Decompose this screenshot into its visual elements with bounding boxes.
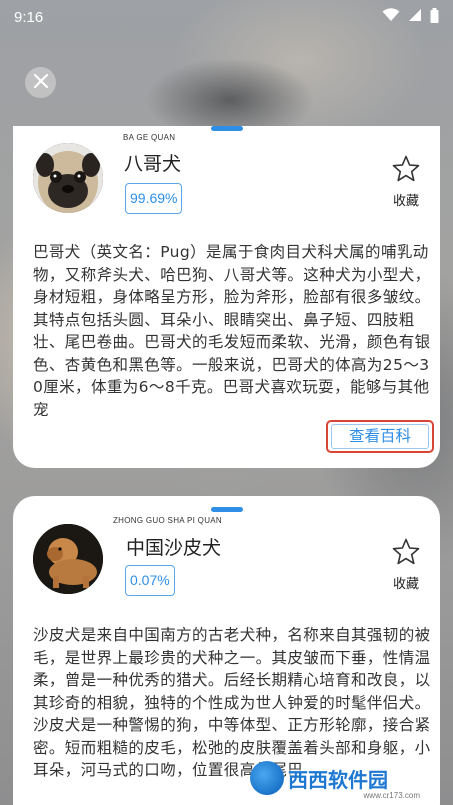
close-button[interactable] [25, 67, 56, 98]
result-card-pug[interactable]: BA GE QUAN 八哥犬 99.69% 收藏 巴哥犬（英文名：Pug）是属于… [13, 126, 440, 468]
favorite-label: 收藏 [392, 577, 419, 592]
confidence-badge: 99.69% [125, 183, 183, 214]
breed-name: 中国沙皮犬 [126, 537, 222, 559]
signal-icon [408, 8, 422, 26]
status-icons [382, 7, 439, 27]
close-icon [33, 73, 48, 92]
watermark-text: 西西软件园 [288, 767, 388, 792]
wifi-icon [382, 8, 400, 26]
favorite-label: 收藏 [392, 194, 419, 209]
avatar-shar-pei [33, 524, 103, 594]
breed-description: 巴哥犬（英文名：Pug）是属于食肉目犬科犬属的哺乳动物，又称斧头犬、哈巴狗、八哥… [33, 243, 431, 419]
view-encyclopedia-label: 查看百科 [331, 424, 429, 449]
pinyin-label: BA GE QUAN [123, 133, 176, 142]
battery-icon [430, 7, 439, 27]
view-encyclopedia-button[interactable]: 查看百科 [326, 420, 434, 453]
favorite-button[interactable]: 收藏 [386, 538, 426, 592]
pinyin-label: ZHONG GUO SHA PI QUAN [113, 516, 222, 525]
drag-handle[interactable] [210, 507, 243, 512]
watermark-url: www.cr173.com [363, 791, 420, 800]
star-icon [392, 155, 420, 186]
status-bar: 9:16 [0, 0, 453, 34]
favorite-button[interactable]: 收藏 [386, 155, 426, 209]
status-time: 9:16 [14, 8, 44, 26]
drag-handle[interactable] [210, 126, 243, 131]
avatar-pug [33, 143, 103, 213]
confidence-badge: 0.07% [125, 565, 175, 596]
watermark-logo-icon [250, 761, 284, 795]
star-icon [392, 538, 420, 569]
breed-name: 八哥犬 [124, 153, 182, 175]
site-watermark: 西西软件园 www.cr173.com [250, 756, 440, 800]
